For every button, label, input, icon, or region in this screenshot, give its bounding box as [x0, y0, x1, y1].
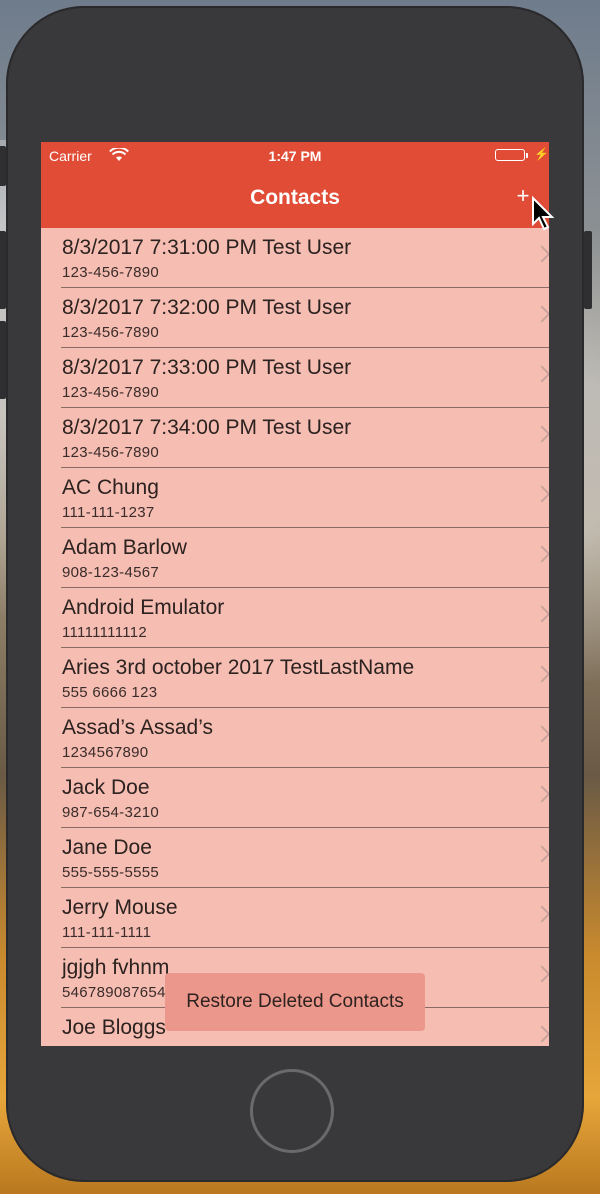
page-title: Contacts — [250, 186, 340, 209]
chevron-right-icon — [533, 305, 549, 323]
contact-phone: 555 6666 123 — [62, 684, 158, 701]
contact-name: Jack Doe — [62, 776, 150, 799]
mute-switch — [0, 146, 6, 186]
contact-name: Adam Barlow — [62, 536, 187, 559]
chevron-right-icon — [533, 605, 549, 623]
contact-name: Jerry Mouse — [62, 896, 178, 919]
plus-icon: + — [516, 183, 530, 208]
chevron-right-icon — [533, 425, 549, 443]
mouse-cursor-icon — [531, 195, 555, 237]
contact-name: 8/3/2017 7:34:00 PM Test User — [62, 416, 352, 439]
contact-phone: 123-456-7890 — [62, 264, 160, 281]
contact-name: 8/3/2017 7:31:00 PM Test User — [62, 236, 352, 259]
contact-row[interactable]: Android Emulator 11111111112 — [61, 588, 549, 648]
contact-row[interactable]: Assad’s Assad’s 1234567890 — [61, 708, 549, 768]
contact-row[interactable]: Aries 3rd october 2017 TestLastName 555 6… — [61, 648, 549, 708]
chevron-right-icon — [533, 785, 549, 803]
home-button[interactable] — [250, 1069, 334, 1153]
contact-phone: 123-456-7890 — [62, 384, 160, 401]
contact-phone: 11111111112 — [62, 624, 148, 641]
contact-name: 8/3/2017 7:32:00 PM Test User — [62, 296, 352, 319]
app-screen: Carrier 1:47 PM ⚡ Contacts + 8/3/2017 7:… — [41, 142, 549, 1046]
status-bar: Carrier 1:47 PM ⚡ — [41, 142, 549, 170]
contact-name: Joe Bloggs — [62, 1016, 166, 1039]
contact-row[interactable]: Jerry Mouse 111-111-1111 — [61, 888, 549, 948]
chevron-right-icon — [533, 665, 549, 683]
contact-name: Jane Doe — [62, 836, 152, 859]
contact-phone: 555-555-5555 — [62, 864, 160, 881]
chevron-right-icon — [533, 725, 549, 743]
charging-bolt-icon: ⚡ — [534, 147, 549, 161]
contact-list: 8/3/2017 7:31:00 PM Test User 123-456-789… — [41, 228, 549, 1046]
battery-icon — [495, 149, 528, 161]
contact-row[interactable]: Jack Doe 987-654-3210 — [61, 768, 549, 828]
contact-phone: 111-111-1237 — [62, 504, 155, 521]
contact-name: jgjgh fvhnm — [62, 956, 170, 979]
status-time: 1:47 PM — [268, 148, 322, 164]
contact-name: Assad’s Assad’s — [62, 716, 213, 739]
volume-up-button — [0, 231, 6, 309]
contact-phone: 111-111-1111 — [62, 924, 152, 941]
contact-row[interactable]: 8/3/2017 7:34:00 PM Test User 123-456-789… — [61, 408, 549, 468]
contact-name: Aries 3rd october 2017 TestLastName — [62, 656, 415, 679]
contact-phone: 5467890876543 — [62, 984, 175, 1001]
contact-row[interactable]: 8/3/2017 7:33:00 PM Test User 123-456-789… — [61, 348, 549, 408]
chevron-right-icon — [533, 365, 549, 383]
volume-down-button — [0, 321, 6, 399]
contact-row[interactable]: Adam Barlow 908-123-4567 — [61, 528, 549, 588]
contact-phone: 987-654-3210 — [62, 804, 160, 821]
chevron-right-icon — [533, 905, 549, 923]
contact-phone: 123-456-7890 — [62, 444, 160, 461]
contact-row[interactable]: 8/3/2017 7:31:00 PM Test User 123-456-789… — [61, 228, 549, 288]
chevron-right-icon — [533, 845, 549, 863]
navigation-bar: Contacts + — [41, 170, 549, 228]
contact-name: 8/3/2017 7:33:00 PM Test User — [62, 356, 352, 379]
contact-name: AC Chung — [62, 476, 159, 499]
restore-deleted-contacts-button[interactable]: Restore Deleted Contacts — [165, 973, 425, 1031]
power-button — [584, 231, 592, 309]
contact-phone: 908-123-4567 — [62, 564, 160, 581]
contact-phone: 0545454545 — [62, 1044, 148, 1046]
contact-phone: 1234567890 — [62, 744, 149, 761]
contact-phone: 123-456-7890 — [62, 324, 160, 341]
contact-row[interactable]: 8/3/2017 7:32:00 PM Test User 123-456-789… — [61, 288, 549, 348]
chevron-right-icon — [533, 545, 549, 563]
contact-name: Android Emulator — [62, 596, 225, 619]
chevron-right-icon — [533, 965, 549, 983]
chevron-right-icon — [533, 1025, 549, 1043]
contact-row[interactable]: AC Chung 111-111-1237 — [61, 468, 549, 528]
chevron-right-icon — [533, 245, 549, 263]
chevron-right-icon — [533, 485, 549, 503]
contact-row[interactable]: Jane Doe 555-555-5555 — [61, 828, 549, 888]
